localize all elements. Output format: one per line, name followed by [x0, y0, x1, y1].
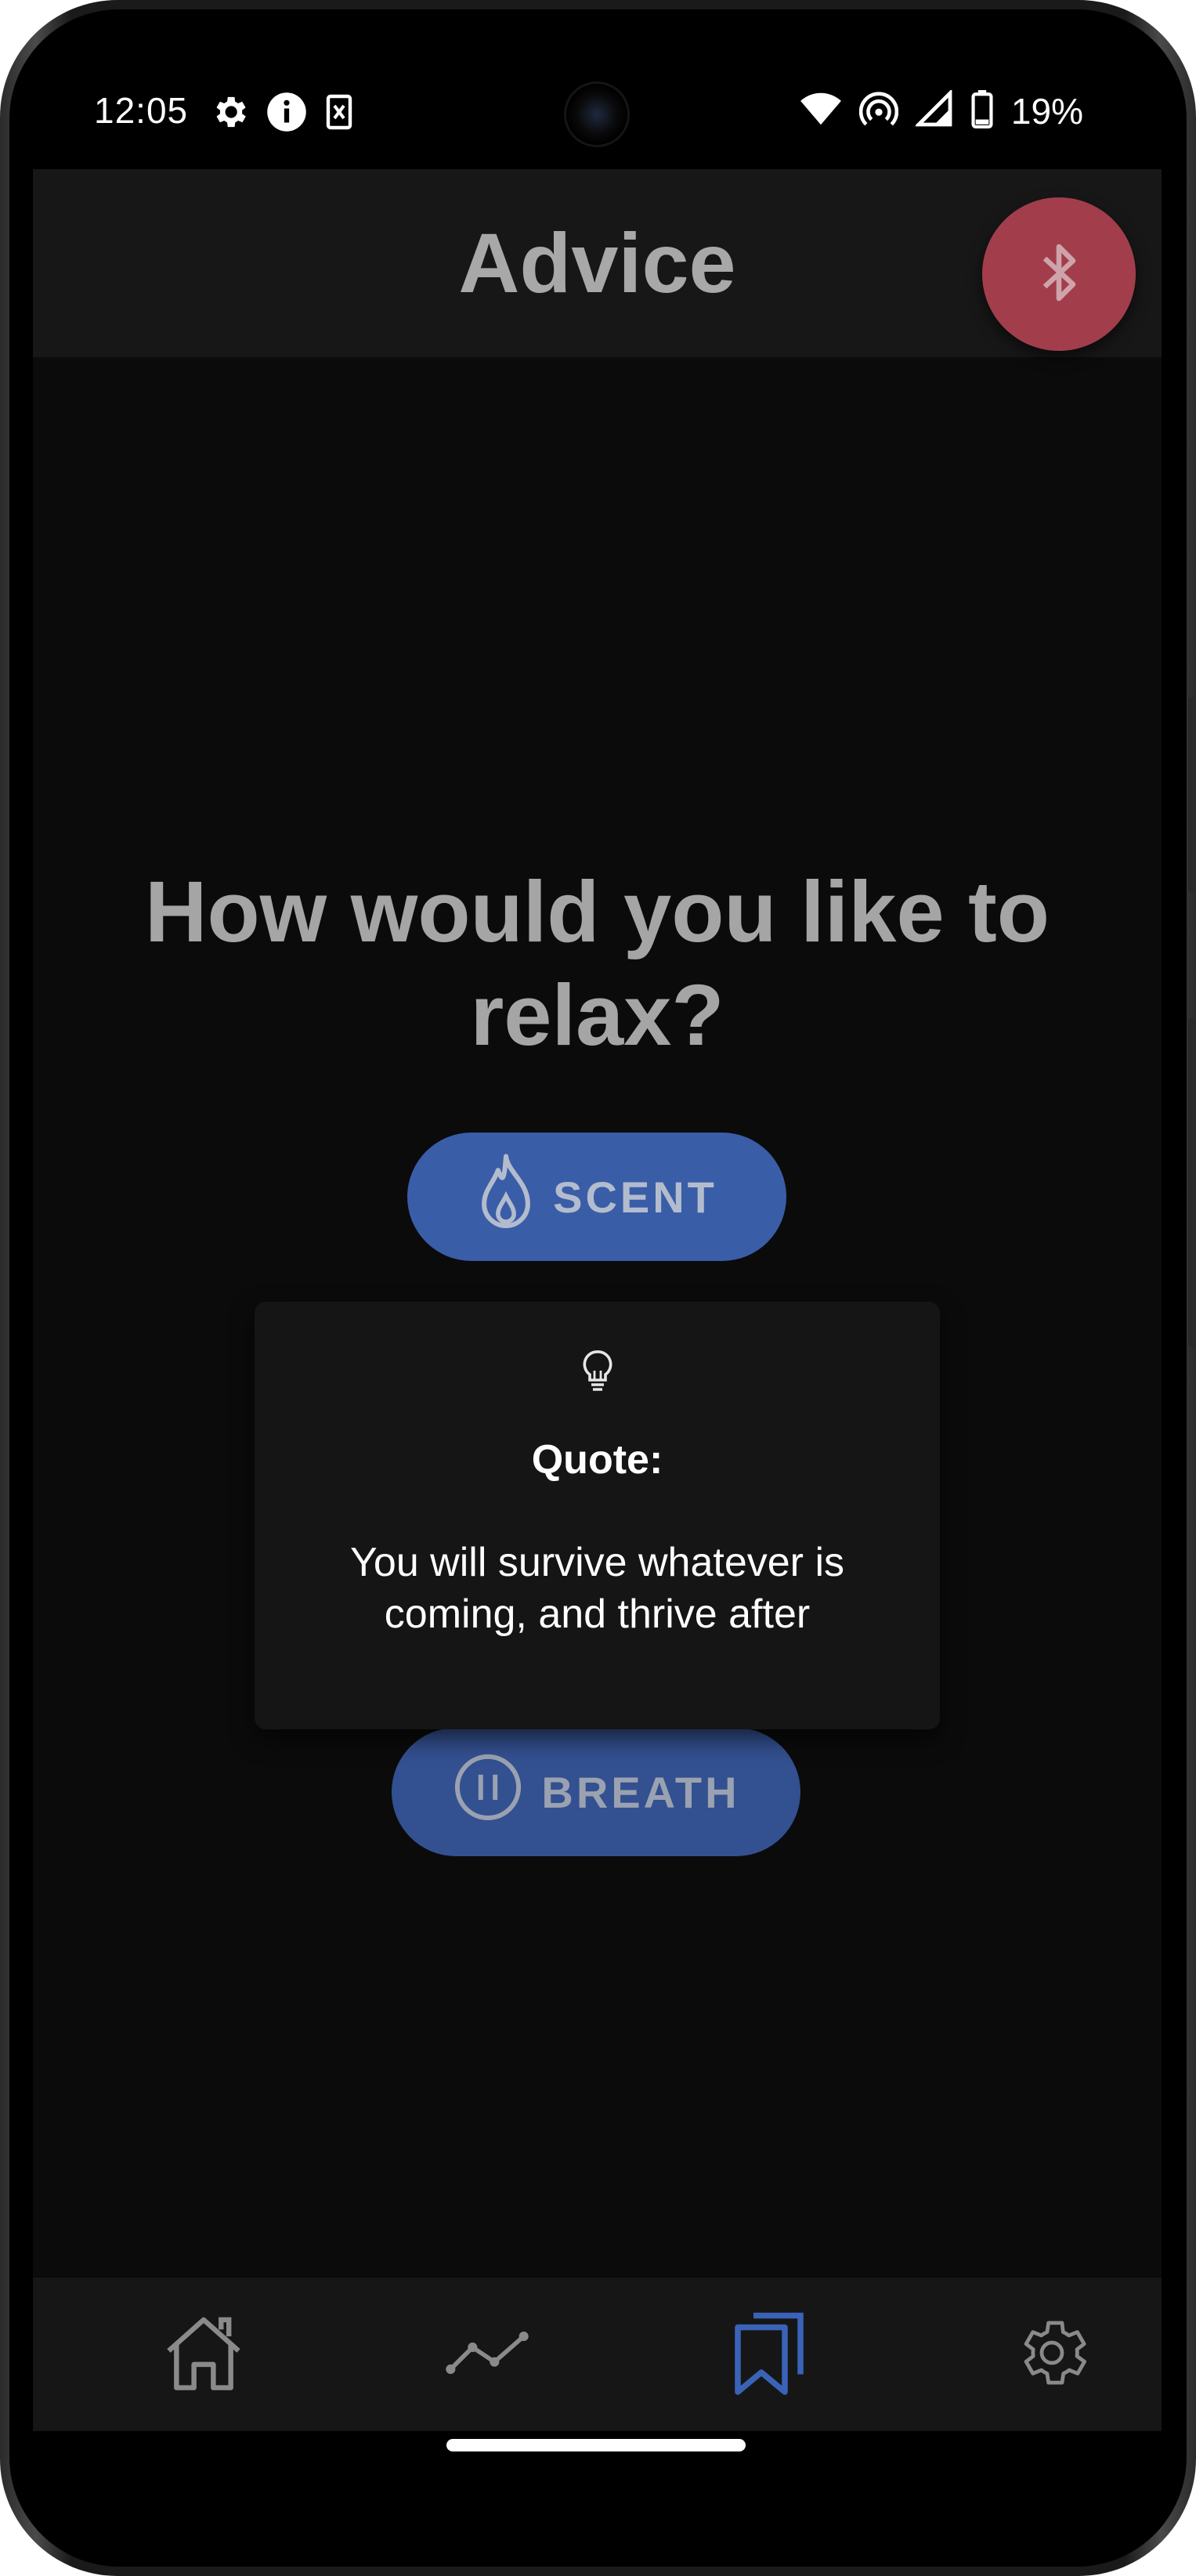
- bottom-nav: [33, 2278, 1162, 2431]
- wifi-icon: [800, 90, 842, 132]
- flame-icon: [476, 1151, 536, 1243]
- battery-percentage: 19%: [1010, 90, 1083, 132]
- dialog-quote-text: You will survive whatever is coming, and…: [349, 1540, 844, 1637]
- status-icons-right: 19%: [800, 89, 1083, 132]
- scent-button-label: SCENT: [553, 1172, 717, 1222]
- hotspot-icon: [858, 89, 899, 132]
- bookmarks-icon: [730, 2307, 808, 2402]
- relax-question: How would you like to relax?: [145, 864, 1050, 1064]
- nav-home[interactable]: [125, 2278, 282, 2431]
- volume-button: [1188, 697, 1196, 893]
- status-icons-left: [209, 91, 355, 137]
- home-icon: [161, 2312, 247, 2397]
- dialog-icon-wrap: [255, 1349, 940, 1400]
- screen: 12:05 19% Advice How would you like to r…: [33, 58, 1162, 2500]
- bluetooth-icon: [1035, 240, 1082, 309]
- info-icon: [266, 91, 308, 137]
- breath-button-label: BREATH: [541, 1767, 740, 1817]
- dialog-title: Quote:: [531, 1437, 663, 1483]
- scent-button[interactable]: SCENT: [407, 1133, 786, 1261]
- trend-chart-icon: [443, 2325, 531, 2384]
- front-camera: [564, 81, 630, 147]
- nav-advice[interactable]: [691, 2278, 847, 2431]
- settings-gear-icon: [209, 92, 250, 136]
- phone-frame: 12:05 19% Advice How would you like to r…: [0, 0, 1196, 2576]
- settings-icon: [1011, 2312, 1093, 2397]
- nav-trends[interactable]: [409, 2278, 565, 2431]
- status-bar: 12:05 19%: [33, 58, 1162, 169]
- signal-icon: [914, 89, 953, 132]
- power-button: [1188, 1018, 1196, 1347]
- home-gesture-bar[interactable]: [446, 2439, 746, 2451]
- lightbulb-icon: [580, 1349, 615, 1400]
- nav-settings[interactable]: [974, 2278, 1130, 2431]
- quote-dialog[interactable]: Quote: You will survive whatever is comi…: [255, 1302, 940, 1729]
- breath-button[interactable]: BREATH: [392, 1728, 800, 1856]
- status-time: 12:05: [94, 90, 189, 131]
- sim-card-icon: [323, 93, 355, 135]
- breath-icon: [452, 1751, 524, 1834]
- bluetooth-button[interactable]: [982, 197, 1136, 351]
- battery-icon: [970, 89, 994, 132]
